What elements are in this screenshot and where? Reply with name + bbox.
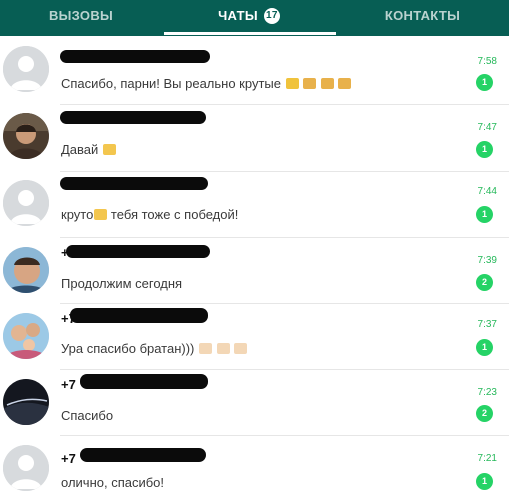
thumbs-up-emoji-icon bbox=[234, 343, 248, 354]
tab-chats[interactable]: ЧАТЫ 17 bbox=[162, 0, 336, 36]
last-message: Спасибо bbox=[61, 408, 113, 423]
last-message-text: Продолжим сегодня bbox=[61, 276, 183, 291]
avatar-photo[interactable] bbox=[3, 113, 49, 159]
finger-up-emoji-icon bbox=[199, 343, 213, 354]
tab-calls[interactable]: ВЫЗОВЫ bbox=[0, 0, 162, 36]
contact-number-visible: +7 bbox=[61, 377, 76, 392]
chat-row[interactable]: +7 904 420 круто тебя тоже с победой! 7:… bbox=[0, 173, 509, 239]
last-message-text: Спасибо bbox=[61, 408, 114, 423]
last-message: Продолжим сегодня bbox=[61, 276, 182, 291]
party-emoji-icon bbox=[320, 78, 334, 89]
avatar-photo[interactable] bbox=[3, 247, 49, 293]
chat-row[interactable]: +7 Продолжим сегодня 7:39 2 bbox=[0, 239, 509, 305]
contact-name-redacted bbox=[60, 111, 206, 124]
last-message-text: Спасибо, парни! Вы реально крутые bbox=[61, 76, 281, 91]
row-divider bbox=[60, 237, 509, 238]
unread-count-badge: 2 bbox=[476, 274, 493, 291]
last-message: Ура спасибо братан))) bbox=[61, 341, 248, 356]
last-message-text: круто bbox=[61, 207, 94, 222]
last-message-text: Ура спасибо братан))) bbox=[61, 341, 195, 356]
message-time: 7:58 bbox=[477, 56, 497, 67]
party-emoji-icon bbox=[338, 78, 352, 89]
chat-row[interactable]: +7 Ура спасибо братан))) 7:37 1 bbox=[0, 305, 509, 371]
thumbs-up-emoji-icon bbox=[94, 209, 108, 220]
last-message: круто тебя тоже с победой! bbox=[61, 207, 238, 222]
last-message: Спасибо, парни! Вы реально крутые bbox=[61, 76, 352, 91]
chat-row[interactable]: +7 Спасибо 7:23 2 bbox=[0, 371, 509, 437]
row-divider bbox=[60, 104, 509, 105]
unread-count-badge: 1 bbox=[476, 473, 493, 490]
unread-count-badge: 2 bbox=[476, 405, 493, 422]
contact-name-redacted bbox=[60, 177, 208, 190]
row-divider bbox=[60, 369, 509, 370]
tab-contacts[interactable]: КОНТАКТЫ bbox=[336, 0, 509, 36]
active-tab-indicator bbox=[164, 32, 336, 35]
contact-number-visible: +7 bbox=[61, 451, 76, 466]
unread-count-badge: 1 bbox=[476, 339, 493, 356]
message-time: 7:39 bbox=[477, 255, 497, 266]
party-emoji-icon bbox=[303, 78, 317, 89]
unread-count-badge: 1 bbox=[476, 141, 493, 158]
chat-row[interactable]: +7 915 270 Давай 7:47 1 bbox=[0, 106, 509, 172]
message-time: 7:21 bbox=[477, 453, 497, 464]
tab-bar: ВЫЗОВЫ ЧАТЫ 17 КОНТАКТЫ bbox=[0, 0, 509, 36]
avatar-placeholder-icon[interactable] bbox=[3, 46, 49, 92]
contact-name-redacted bbox=[66, 245, 210, 258]
last-message: олично, спасибо! bbox=[61, 475, 164, 490]
chat-row[interactable]: Спасибо, парни! Вы реально крутые 7:58 1 bbox=[0, 36, 509, 102]
thumbs-up-emoji-icon bbox=[102, 144, 116, 155]
message-time: 7:23 bbox=[477, 387, 497, 398]
contact-name-redacted bbox=[80, 374, 208, 389]
avatar-placeholder-icon[interactable] bbox=[3, 180, 49, 226]
muscle-emoji-icon bbox=[216, 343, 230, 354]
message-time: 7:47 bbox=[477, 122, 497, 133]
unread-count-badge: 1 bbox=[476, 206, 493, 223]
last-message-text: олично, спасибо! bbox=[61, 475, 165, 490]
avatar-placeholder-icon[interactable] bbox=[3, 445, 49, 491]
message-time: 7:44 bbox=[477, 186, 497, 197]
message-time: 7:37 bbox=[477, 319, 497, 330]
chat-row[interactable]: +7 олично, спасибо! 7:21 1 bbox=[0, 437, 509, 503]
tab-chats-unread-badge: 17 bbox=[263, 8, 280, 24]
last-message-text-tail: тебя тоже с победой! bbox=[107, 207, 239, 222]
avatar-photo[interactable] bbox=[3, 313, 49, 359]
row-divider bbox=[60, 171, 509, 172]
tab-chats-label: ЧАТЫ bbox=[218, 8, 258, 23]
last-message: Давай bbox=[61, 142, 116, 157]
avatar-photo[interactable] bbox=[3, 379, 49, 425]
contact-name-redacted bbox=[60, 50, 210, 63]
row-divider bbox=[60, 303, 509, 304]
unread-count-badge: 1 bbox=[476, 74, 493, 91]
contact-name-redacted bbox=[70, 308, 208, 323]
last-message-text: Давай bbox=[61, 142, 99, 157]
contact-name-redacted bbox=[80, 448, 206, 462]
row-divider bbox=[60, 435, 509, 436]
cool-emoji-icon bbox=[285, 78, 299, 89]
